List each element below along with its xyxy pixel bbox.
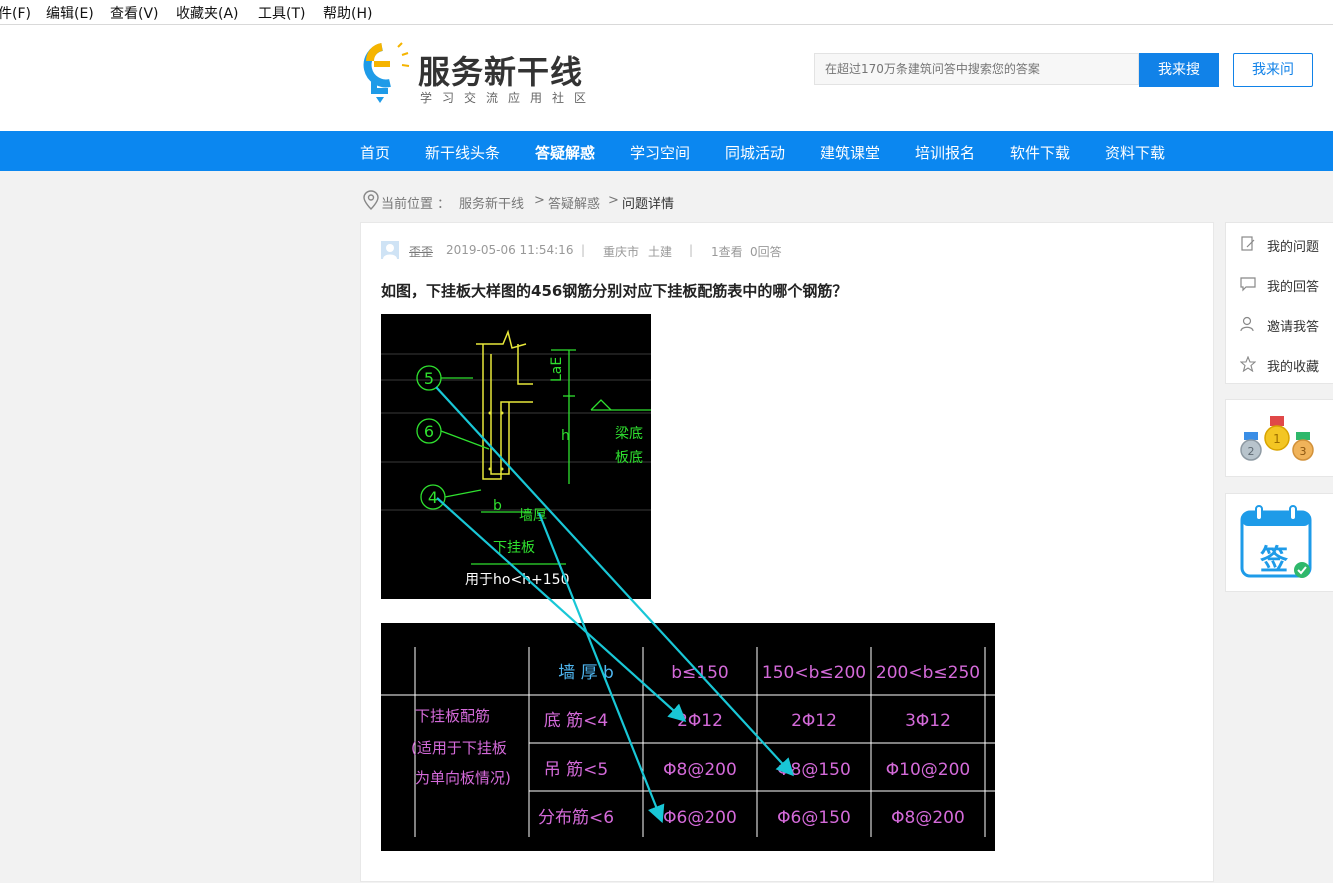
svg-text:墙 厚 b: 墙 厚 b — [558, 663, 614, 683]
svg-text:Φ8@150: Φ8@150 — [777, 760, 851, 780]
breadcrumb-sep: > — [608, 193, 619, 208]
category: 土建 — [648, 245, 673, 259]
svg-text:150<b≤200: 150<b≤200 — [762, 663, 866, 683]
svg-text:h: h — [561, 428, 570, 444]
site-header: 服务新干线 学习交流应用社区 我来搜 我来问 — [0, 25, 1333, 131]
svg-text:分布筋<6: 分布筋<6 — [538, 808, 614, 828]
breadcrumb-qa[interactable]: 答疑解惑 — [548, 193, 600, 212]
logo-subtitle: 学习交流应用社区 — [420, 91, 597, 105]
menu-bar: 件(F) 编辑(E) 查看(V) 收藏夹(A) 工具(T) 帮助(H) — [0, 0, 1333, 25]
svg-text:下挂板配筋: 下挂板配筋 — [415, 707, 490, 725]
svg-text:1: 1 — [1273, 432, 1281, 446]
sign-label: 签 — [1260, 543, 1289, 576]
nav-headlines[interactable]: 新干线头条 — [425, 142, 500, 163]
ranking-panel[interactable]: 2 1 3 — [1225, 399, 1333, 477]
menu-file[interactable]: 件(F) — [0, 3, 31, 23]
svg-text:Φ6@150: Φ6@150 — [777, 808, 851, 828]
avatar[interactable] — [381, 241, 399, 259]
ask-button[interactable]: 我来问 — [1233, 53, 1313, 87]
svg-text:底 筋<4: 底 筋<4 — [544, 711, 608, 731]
menu-tools[interactable]: 工具(T) — [258, 3, 305, 23]
answer-count: 0回答 — [750, 245, 782, 259]
sign-in-panel[interactable]: 签 — [1225, 493, 1333, 592]
nav-events[interactable]: 同城活动 — [725, 142, 785, 163]
menu-view[interactable]: 查看(V) — [110, 3, 159, 23]
svg-text:Φ8@200: Φ8@200 — [891, 808, 965, 828]
username[interactable]: 歪歪 — [409, 243, 433, 260]
svg-text:吊 筋<5: 吊 筋<5 — [544, 760, 608, 780]
logo-bulb-icon — [363, 42, 410, 103]
nav-training[interactable]: 培训报名 — [915, 142, 975, 163]
breadcrumb-sep: > — [534, 193, 545, 208]
detail-drawing-image[interactable]: 5 6 4 LaE h 梁底 板底 b 墙厚 下挂板 用于ho<h+150 — [381, 314, 651, 599]
nav-software[interactable]: 软件下载 — [1010, 142, 1070, 163]
marker-6: 6 — [424, 422, 434, 441]
svg-text:Φ6@200: Φ6@200 — [663, 808, 737, 828]
svg-text:梁底: 梁底 — [615, 426, 643, 442]
nav-home[interactable]: 首页 — [360, 142, 390, 163]
rebar-table-image[interactable]: 下挂板配筋 (适用于下挂板 为单向板情况) 墙 厚 b b≤150 150<b≤… — [381, 623, 995, 851]
marker-4: 4 — [428, 488, 438, 507]
svg-text:下挂板: 下挂板 — [493, 540, 535, 556]
breadcrumb-current: 问题详情 — [622, 197, 675, 212]
svg-text:板底: 板底 — [615, 450, 643, 466]
svg-text:3: 3 — [1300, 445, 1307, 458]
search-box — [814, 53, 1145, 85]
user-menu-panel: 我的问题 我的回答 邀请我答 我的收藏 — [1225, 222, 1333, 384]
main-nav: 首页 新干线头条 答疑解惑 学习空间 同城活动 建筑课堂 培训报名 软件下载 资… — [0, 131, 1333, 171]
medal-icon: 2 1 3 — [1240, 416, 1314, 461]
svg-text:200<b≤250: 200<b≤250 — [876, 663, 980, 683]
nav-qa[interactable]: 答疑解惑 — [535, 142, 595, 163]
question-card: 歪歪 2019-05-06 11:54:16 | 重庆市 土建 | 1查看 0回… — [360, 222, 1214, 882]
site-logo[interactable]: 服务新干线 学习交流应用社区 — [360, 41, 600, 111]
nav-courses[interactable]: 建筑课堂 — [820, 142, 880, 163]
breadcrumb-label: 当前位置 ： — [381, 197, 451, 212]
logo-title: 服务新干线 — [418, 53, 584, 91]
svg-text:b≤150: b≤150 — [671, 663, 728, 683]
svg-text:3Φ12: 3Φ12 — [905, 711, 951, 731]
nav-study[interactable]: 学习空间 — [630, 142, 690, 163]
svg-text:(适用于下挂板: (适用于下挂板 — [411, 739, 507, 757]
menu-favorites[interactable]: 收藏夹(A) — [176, 3, 239, 23]
svg-text:b: b — [493, 498, 502, 514]
post-time: 2019-05-06 11:54:16 — [446, 243, 574, 257]
nav-downloads[interactable]: 资料下载 — [1105, 142, 1165, 163]
question-title: 如图，下挂板大样图的456钢筋分别对应下挂板配筋表中的哪个钢筋？ — [381, 282, 848, 300]
location-pin-icon — [363, 190, 379, 210]
search-button[interactable]: 我来搜 — [1139, 53, 1219, 87]
svg-text:2Φ12: 2Φ12 — [791, 711, 837, 731]
svg-text:Φ10@200: Φ10@200 — [886, 760, 970, 780]
marker-5: 5 — [424, 369, 434, 388]
svg-text:LaE: LaE — [549, 357, 565, 382]
menu-edit[interactable]: 编辑(E) — [46, 3, 94, 23]
svg-text:为单向板情况): 为单向板情况) — [415, 769, 511, 787]
star-icon — [1240, 356, 1256, 372]
edit-note-icon — [1241, 236, 1255, 251]
breadcrumb-home[interactable]: 服务新干线 — [459, 193, 524, 212]
view-count: 1查看 — [711, 245, 743, 259]
menu-help[interactable]: 帮助(H) — [323, 3, 372, 23]
city: 重庆市 — [603, 245, 640, 259]
svg-text:墙厚: 墙厚 — [519, 508, 547, 524]
user-add-icon — [1240, 316, 1254, 332]
comment-icon — [1240, 277, 1256, 292]
svg-text:用于ho<h+150: 用于ho<h+150 — [465, 572, 570, 588]
svg-text:2: 2 — [1248, 445, 1255, 458]
svg-text:Φ8@200: Φ8@200 — [663, 760, 737, 780]
svg-text:2Φ12: 2Φ12 — [677, 711, 723, 731]
search-input[interactable] — [815, 54, 1145, 84]
